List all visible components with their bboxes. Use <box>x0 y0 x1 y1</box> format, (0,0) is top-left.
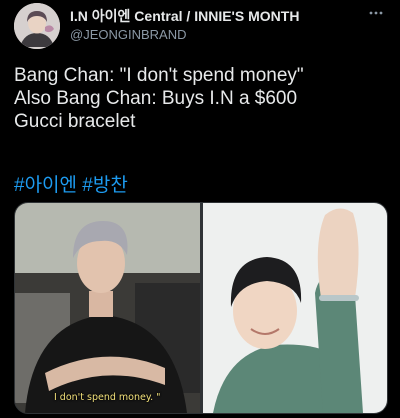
photo-right-image <box>202 203 387 413</box>
more-horizontal-icon[interactable] <box>368 6 384 20</box>
hashtag-link[interactable]: #아이엔 <box>14 175 77 196</box>
tweet[interactable]: I.N 아이엔 Central / INNIE'S MONTH @JEONGIN… <box>0 0 400 418</box>
author-handle[interactable]: @JEONGINBRAND <box>70 27 187 42</box>
media-photo-right[interactable] <box>202 203 388 413</box>
media-photo-left[interactable]: I don't spend money. " <box>15 203 200 413</box>
tweet-text-line: Gucci bracelet <box>14 111 136 132</box>
avatar-image <box>14 3 60 49</box>
photo-left-image <box>15 203 200 413</box>
author-display-name[interactable]: I.N 아이엔 Central / INNIE'S MONTH <box>70 6 299 26</box>
hashtag-link[interactable]: #방찬 <box>82 175 128 196</box>
tweet-hashtags: #아이엔 #방찬 <box>14 170 128 197</box>
author-avatar[interactable] <box>14 3 60 49</box>
tweet-text-line: Bang Chan: "I don't spend money" <box>14 65 304 86</box>
tweet-text-line: Also Bang Chan: Buys I.N a $600 <box>14 88 298 109</box>
tweet-text: Bang Chan: "I don't spend money" Also Ba… <box>14 64 390 133</box>
video-subtitle: I don't spend money. " <box>53 392 161 403</box>
tweet-media: I don't spend money. " <box>14 202 388 414</box>
